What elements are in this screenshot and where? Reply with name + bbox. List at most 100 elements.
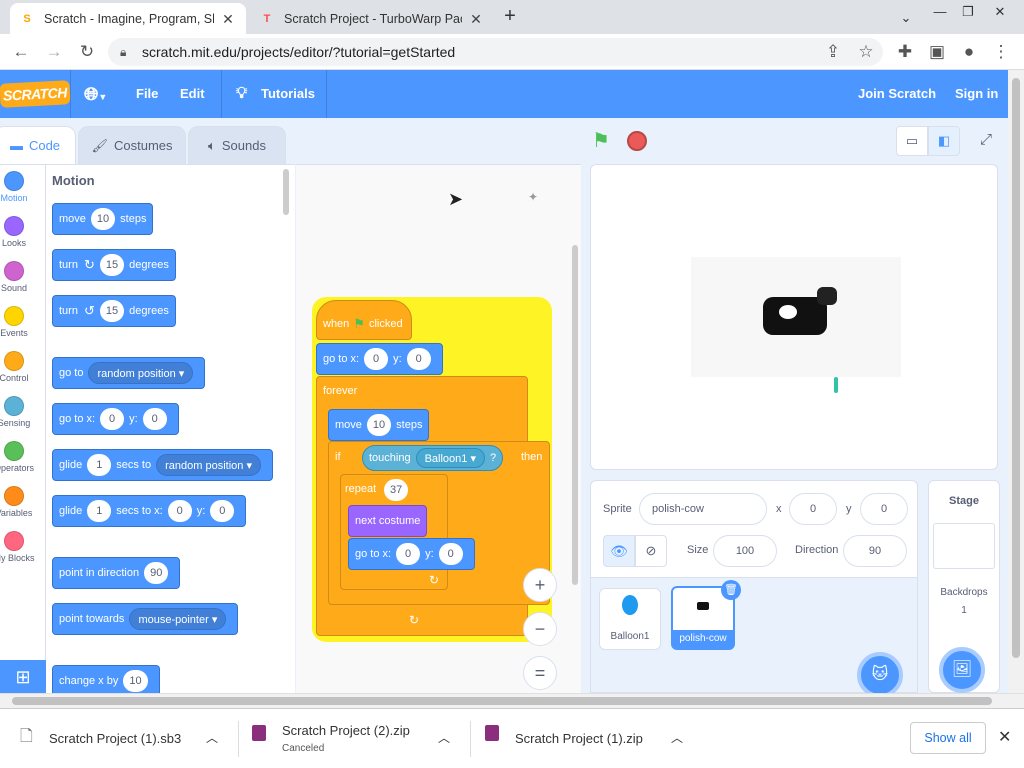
hide-sprite-button[interactable]: ⊘ bbox=[635, 535, 667, 567]
small-stage-button[interactable]: ▭ bbox=[896, 126, 928, 156]
scroll-thumb[interactable] bbox=[1012, 78, 1020, 658]
block-input[interactable]: 37 bbox=[384, 479, 409, 501]
scroll-thumb[interactable] bbox=[12, 697, 992, 705]
block-go-to-xy[interactable]: go to x: 0 y: 0 bbox=[52, 403, 179, 435]
download-item[interactable]: Scratch Project (2).zip Canceled ︿ bbox=[252, 721, 462, 757]
block-input[interactable]: 15 bbox=[99, 300, 125, 322]
back-icon[interactable]: ← bbox=[10, 41, 32, 63]
zoom-reset-button[interactable]: = bbox=[523, 656, 557, 690]
side-panel-icon[interactable]: ▣ bbox=[926, 41, 948, 63]
sprite-name-field[interactable]: polish-cow bbox=[639, 493, 767, 525]
block-when-flag-clicked[interactable]: when ⚑ clicked bbox=[316, 300, 412, 340]
block-input[interactable]: 0 bbox=[396, 543, 421, 565]
block-input[interactable]: 0 bbox=[438, 543, 463, 565]
block-input[interactable]: 1 bbox=[87, 454, 112, 476]
bookmark-star-icon[interactable]: ☆ bbox=[855, 41, 877, 63]
menu-tutorials[interactable]: Tutorials bbox=[261, 70, 315, 118]
minimize-icon[interactable]: — bbox=[926, 2, 954, 22]
close-tab-icon[interactable]: ✕ bbox=[220, 11, 236, 27]
block-go-to[interactable]: go to random position ▾ bbox=[52, 357, 206, 389]
block-move-steps[interactable]: move 10 steps bbox=[52, 203, 154, 235]
category-variables[interactable]: Variables bbox=[0, 486, 44, 518]
menu-file[interactable]: File bbox=[136, 70, 158, 118]
block-input[interactable]: 0 bbox=[142, 408, 167, 430]
stage-selector[interactable]: Stage Backdrops 1 🖼︎ bbox=[928, 480, 1000, 693]
block-dropdown[interactable]: Balloon1 ▾ bbox=[415, 448, 485, 468]
page-horizontal-scrollbar[interactable] bbox=[0, 693, 1024, 708]
block-glide[interactable]: glide 1 secs to random position ▾ bbox=[52, 449, 273, 481]
stop-button[interactable] bbox=[627, 131, 647, 151]
block-input[interactable]: 90 bbox=[144, 562, 169, 584]
tab-scratch[interactable]: S Scratch - Imagine, Program, Shar ✕ bbox=[10, 3, 246, 34]
tab-turbowarp[interactable]: T Scratch Project - TurboWarp Pack ✕ bbox=[250, 3, 494, 34]
close-window-icon[interactable]: ✕ bbox=[986, 2, 1014, 22]
block-turn-left[interactable]: turn ↺ 15 degrees bbox=[52, 295, 176, 327]
block-dropdown[interactable]: mouse-pointer ▾ bbox=[129, 608, 227, 630]
delete-sprite-icon[interactable]: 🗑︎ bbox=[721, 580, 741, 600]
download-item[interactable]: 🗋︎ Scratch Project (1).sb3 ︿ bbox=[20, 721, 230, 757]
block-input[interactable]: 0 bbox=[167, 500, 192, 522]
chevron-up-icon[interactable]: ︿ bbox=[206, 729, 218, 746]
block-input[interactable]: 15 bbox=[99, 254, 125, 276]
url-field[interactable]: 🔒︎ scratch.mit.edu/projects/editor/?tuto… bbox=[108, 38, 883, 66]
block-input[interactable]: 10 bbox=[90, 208, 116, 230]
restore-icon[interactable]: ❐ bbox=[954, 2, 982, 22]
sign-in-link[interactable]: Sign in bbox=[955, 70, 998, 118]
x-field[interactable]: 0 bbox=[789, 493, 837, 525]
language-globe-icon[interactable]: 🌐︎▼ bbox=[84, 70, 107, 118]
green-flag-button[interactable]: ⚑ bbox=[592, 128, 618, 154]
close-tab-icon[interactable]: ✕ bbox=[468, 11, 484, 27]
category-events[interactable]: Events bbox=[0, 306, 44, 338]
sprite-thumb-polish-cow[interactable]: polish-cow 🗑︎ bbox=[671, 580, 741, 650]
large-stage-button[interactable]: ◧ bbox=[928, 126, 960, 156]
reload-icon[interactable]: ↻ bbox=[76, 41, 98, 63]
sprite-thumb-balloon[interactable]: Balloon1 bbox=[599, 588, 661, 650]
category-sound[interactable]: Sound bbox=[0, 261, 44, 293]
close-downloads-icon[interactable]: ✕ bbox=[998, 727, 1011, 747]
scratch-logo[interactable]: SCRATCH bbox=[0, 80, 71, 108]
y-field[interactable]: 0 bbox=[860, 493, 908, 525]
add-backdrop-button[interactable]: 🖼︎ bbox=[939, 647, 985, 693]
new-tab-button[interactable]: + bbox=[498, 6, 522, 28]
tutorials-bulb-icon[interactable]: 💡︎ bbox=[236, 70, 247, 118]
script-move-steps[interactable]: move 10 steps bbox=[328, 409, 430, 441]
script-next-costume[interactable]: next costume bbox=[348, 505, 428, 537]
block-input[interactable]: 0 bbox=[100, 408, 125, 430]
zoom-in-button[interactable]: + bbox=[523, 568, 557, 602]
block-glide-xy[interactable]: glide 1 secs to x: 0 y: 0 bbox=[52, 495, 247, 527]
show-all-button[interactable]: Show all bbox=[910, 722, 986, 754]
category-control[interactable]: Control bbox=[0, 351, 44, 383]
tab-sounds[interactable]: 🔈︎ Sounds bbox=[188, 126, 286, 164]
category-my-blocks[interactable]: My Blocks bbox=[0, 531, 44, 563]
block-input[interactable]: 10 bbox=[123, 670, 148, 692]
block-turn-right[interactable]: turn ↻ 15 degrees bbox=[52, 249, 176, 281]
download-item[interactable]: Scratch Project (1).zip ︿ bbox=[485, 721, 695, 757]
tab-search-icon[interactable]: ⌄ bbox=[892, 8, 920, 28]
workspace-scrollbar[interactable] bbox=[572, 245, 578, 585]
block-input[interactable]: 0 bbox=[364, 348, 389, 370]
block-point-direction[interactable]: point in direction 90 bbox=[52, 557, 181, 589]
chevron-up-icon[interactable]: ︿ bbox=[438, 729, 450, 746]
script-touching[interactable]: touching Balloon1 ▾ ? bbox=[362, 445, 504, 471]
show-sprite-button[interactable]: 👁︎ bbox=[603, 535, 635, 567]
category-motion[interactable]: Motion bbox=[0, 171, 44, 203]
script-go-to-xy-2[interactable]: go to x: 0 y: 0 bbox=[348, 538, 475, 570]
code-workspace[interactable]: ➤ ✦ when ⚑ clicked go to x: 0 y: 0 forev… bbox=[296, 164, 581, 694]
direction-field[interactable]: 90 bbox=[843, 535, 907, 567]
block-dropdown[interactable]: random position ▾ bbox=[88, 362, 194, 384]
fullscreen-button[interactable]: ⤢ bbox=[970, 126, 1002, 156]
tab-costumes[interactable]: 🖌︎ Costumes bbox=[78, 126, 186, 164]
join-scratch-link[interactable]: Join Scratch bbox=[858, 70, 936, 118]
balloon-sprite[interactable] bbox=[834, 377, 838, 393]
block-input[interactable]: 1 bbox=[87, 500, 112, 522]
block-point-towards[interactable]: point towards mouse-pointer ▾ bbox=[52, 603, 239, 635]
block-input[interactable]: 0 bbox=[210, 500, 235, 522]
add-sprite-button[interactable]: 🐱︎ bbox=[857, 652, 903, 698]
tab-code[interactable]: ▬ Code bbox=[0, 126, 76, 164]
script-go-to-xy[interactable]: go to x: 0 y: 0 bbox=[316, 343, 443, 375]
chrome-menu-icon[interactable]: ⋮ bbox=[990, 41, 1012, 63]
page-vertical-scrollbar[interactable] bbox=[1008, 70, 1024, 693]
share-icon[interactable]: ⇪ bbox=[822, 41, 844, 63]
category-operators[interactable]: Operators bbox=[0, 441, 44, 473]
category-sensing[interactable]: Sensing bbox=[0, 396, 44, 428]
